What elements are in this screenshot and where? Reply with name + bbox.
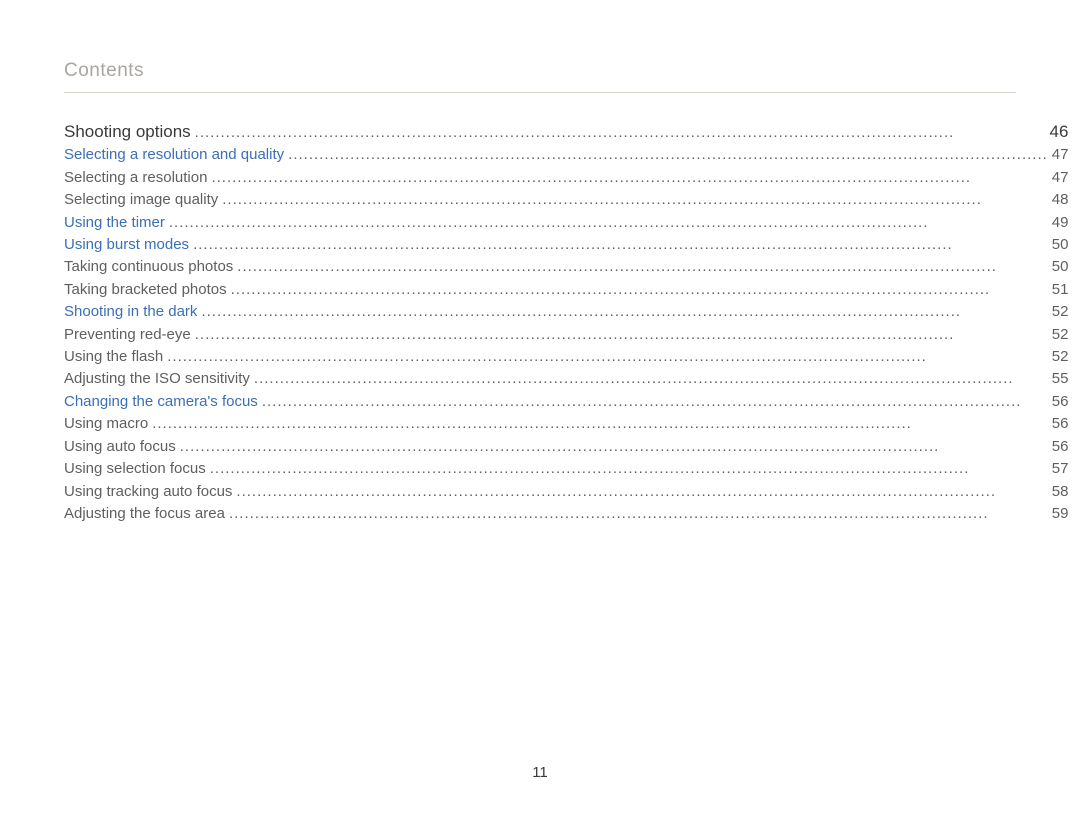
toc-label: Shooting in the dark [64, 301, 197, 323]
toc-row: Taking continuous photos 50 [64, 256, 1068, 278]
toc-label: Adjusting the focus area [64, 503, 225, 525]
toc-row: Using tracking auto focus 58 [64, 481, 1068, 503]
contents-page: Contents Shooting options46Selecting a r… [0, 0, 1080, 815]
toc-row: Using auto focus 56 [64, 436, 1068, 458]
toc-row: Selecting a resolution 47 [64, 167, 1068, 189]
toc-leader-dots [211, 167, 1047, 189]
toc-row[interactable]: Using the timer 49 [64, 212, 1068, 234]
toc-leader-dots [201, 301, 1047, 323]
toc-label: Using selection focus [64, 458, 206, 480]
toc-page-number: 49 [1052, 212, 1069, 234]
toc-leader-dots [236, 481, 1047, 503]
toc-page-number: 56 [1052, 391, 1069, 413]
toc-page-number: 57 [1052, 458, 1069, 480]
toc-page-number: 50 [1052, 234, 1069, 256]
toc-row: Selecting image quality 48 [64, 189, 1068, 211]
toc-label: Shooting options [64, 121, 191, 143]
toc-row: Adjusting the focus area 59 [64, 503, 1068, 525]
toc-row: Using selection focus 57 [64, 458, 1068, 480]
toc-row[interactable]: Selecting a resolution and quality 47 [64, 144, 1068, 166]
toc-label: Using tracking auto focus [64, 481, 232, 503]
toc-row[interactable]: Shooting in the dark 52 [64, 301, 1068, 323]
toc-leader-dots [229, 503, 1048, 525]
toc-page-number: 47 [1052, 144, 1069, 166]
toc-row: Using the flash 52 [64, 346, 1068, 368]
toc-label: Using burst modes [64, 234, 189, 256]
toc-label: Taking bracketed photos [64, 279, 227, 301]
toc-page-number: 52 [1052, 301, 1069, 323]
toc-label: Adjusting the ISO sensitivity [64, 368, 250, 390]
toc-leader-dots [195, 324, 1048, 346]
toc-leader-dots [195, 122, 1046, 144]
toc-label: Using auto focus [64, 436, 176, 458]
toc-row: Using macro 56 [64, 413, 1068, 435]
toc-page-number: 56 [1052, 436, 1069, 458]
toc-leader-dots [193, 234, 1048, 256]
toc-leader-dots [254, 368, 1048, 390]
header-rule [64, 92, 1016, 93]
toc-leader-dots [237, 256, 1047, 278]
toc-page-number: 59 [1052, 503, 1069, 525]
toc-label: Selecting image quality [64, 189, 218, 211]
toc-page-number: 56 [1052, 413, 1069, 435]
page-number: 11 [0, 764, 1080, 781]
toc-page-number: 55 [1052, 368, 1069, 390]
toc-page-number: 47 [1052, 167, 1069, 189]
toc-page-number: 52 [1052, 346, 1069, 368]
toc-row: Adjusting the ISO sensitivity 55 [64, 368, 1068, 390]
toc-leader-dots [210, 458, 1048, 480]
toc-leader-dots [222, 189, 1048, 211]
toc-label: Selecting a resolution and quality [64, 144, 284, 166]
toc-page-number: 58 [1052, 481, 1069, 503]
toc-label: Using the flash [64, 346, 163, 368]
toc-column-left: Shooting options46Selecting a resolution… [64, 121, 1068, 525]
toc-columns: Shooting options46Selecting a resolution… [64, 121, 1016, 525]
toc-row[interactable]: Changing the camera's focus 56 [64, 391, 1068, 413]
toc-label: Taking continuous photos [64, 256, 233, 278]
toc-leader-dots [180, 436, 1048, 458]
toc-leader-dots [231, 279, 1048, 301]
toc-row: Preventing red-eye 52 [64, 324, 1068, 346]
toc-label: Selecting a resolution [64, 167, 207, 189]
toc-label: Using the timer [64, 212, 165, 234]
toc-page-number: 48 [1052, 189, 1069, 211]
toc-leader-dots [288, 144, 1048, 166]
toc-leader-dots [152, 413, 1048, 435]
toc-page-number: 51 [1052, 279, 1069, 301]
toc-label: Using macro [64, 413, 148, 435]
toc-label: Preventing red-eye [64, 324, 191, 346]
toc-page-number: 52 [1052, 324, 1069, 346]
toc-leader-dots [169, 212, 1048, 234]
toc-leader-dots [262, 391, 1048, 413]
toc-label: Changing the camera's focus [64, 391, 258, 413]
toc-row[interactable]: Using burst modes 50 [64, 234, 1068, 256]
toc-leader-dots [167, 346, 1048, 368]
page-header: Contents [64, 60, 1016, 82]
toc-page-number: 50 [1052, 256, 1069, 278]
toc-row[interactable]: Shooting options 46 [64, 121, 1068, 144]
toc-row: Taking bracketed photos 51 [64, 279, 1068, 301]
toc-page-number: 46 [1050, 121, 1069, 143]
